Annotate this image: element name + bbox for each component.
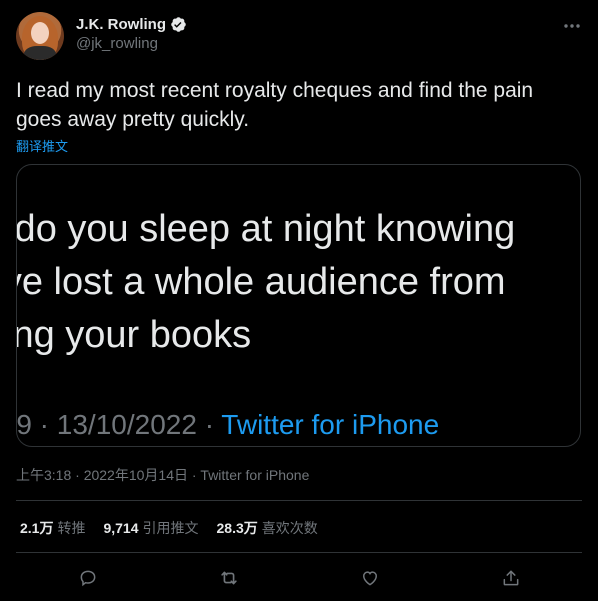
retweet-icon[interactable] bbox=[215, 564, 243, 592]
verified-badge-icon bbox=[170, 16, 187, 33]
author-handle[interactable]: @jk_rowling bbox=[76, 35, 187, 52]
quotes-count: 9,714 bbox=[103, 520, 139, 536]
embedded-line-1: v do you sleep at night knowing bbox=[16, 208, 516, 250]
embedded-meta: )9 · 13/10/2022 · Twitter for iPhone bbox=[16, 409, 440, 441]
divider-top bbox=[16, 500, 582, 501]
quotes-label: 引用推文 bbox=[142, 520, 199, 536]
more-options-icon[interactable] bbox=[562, 16, 582, 36]
tweet-detail: J.K. Rowling @jk_rowling I read my most … bbox=[0, 0, 598, 601]
quotes-stat[interactable]: 9,714 引用推文 bbox=[103, 518, 198, 538]
avatar-shirt bbox=[24, 46, 56, 60]
display-name-row: J.K. Rowling bbox=[76, 16, 187, 33]
tweet-timestamp[interactable]: 上午3:18 · 2022年10月14日 · Twitter for iPhon… bbox=[16, 465, 309, 485]
tweet-stats: 2.1万 转推 9,714 引用推文 28.3万 喜欢次数 bbox=[20, 518, 318, 538]
display-name[interactable]: J.K. Rowling bbox=[76, 16, 166, 33]
retweets-stat[interactable]: 2.1万 转推 bbox=[20, 518, 85, 538]
likes-stat[interactable]: 28.3万 喜欢次数 bbox=[217, 518, 318, 538]
likes-label: 喜欢次数 bbox=[261, 520, 318, 536]
reply-icon[interactable] bbox=[74, 564, 102, 592]
tweet-actions bbox=[16, 564, 582, 592]
embedded-line-3: ving your books bbox=[16, 314, 252, 356]
share-icon[interactable] bbox=[497, 564, 525, 592]
retweets-count: 2.1万 bbox=[20, 520, 54, 536]
author-names: J.K. Rowling @jk_rowling bbox=[76, 16, 187, 52]
embedded-image[interactable]: v do you sleep at night knowing ı've los… bbox=[16, 164, 581, 447]
divider-bottom bbox=[16, 552, 582, 553]
translate-tweet-link[interactable]: 翻译推文 bbox=[16, 136, 68, 155]
heart-icon[interactable] bbox=[356, 564, 384, 592]
embedded-meta-date: )9 · 13/10/2022 · bbox=[16, 409, 222, 440]
tweet-header: J.K. Rowling @jk_rowling bbox=[16, 12, 582, 60]
embedded-meta-source: Twitter for iPhone bbox=[221, 409, 440, 440]
retweets-label: 转推 bbox=[57, 520, 86, 536]
tweet-text: I read my most recent royalty cheques an… bbox=[16, 79, 534, 131]
avatar-face bbox=[31, 22, 49, 44]
likes-count: 28.3万 bbox=[216, 520, 258, 536]
embedded-text-block: v do you sleep at night knowing ı've los… bbox=[16, 203, 516, 362]
embedded-line-2: ı've lost a whole audience from bbox=[16, 261, 506, 303]
avatar[interactable] bbox=[16, 12, 64, 60]
